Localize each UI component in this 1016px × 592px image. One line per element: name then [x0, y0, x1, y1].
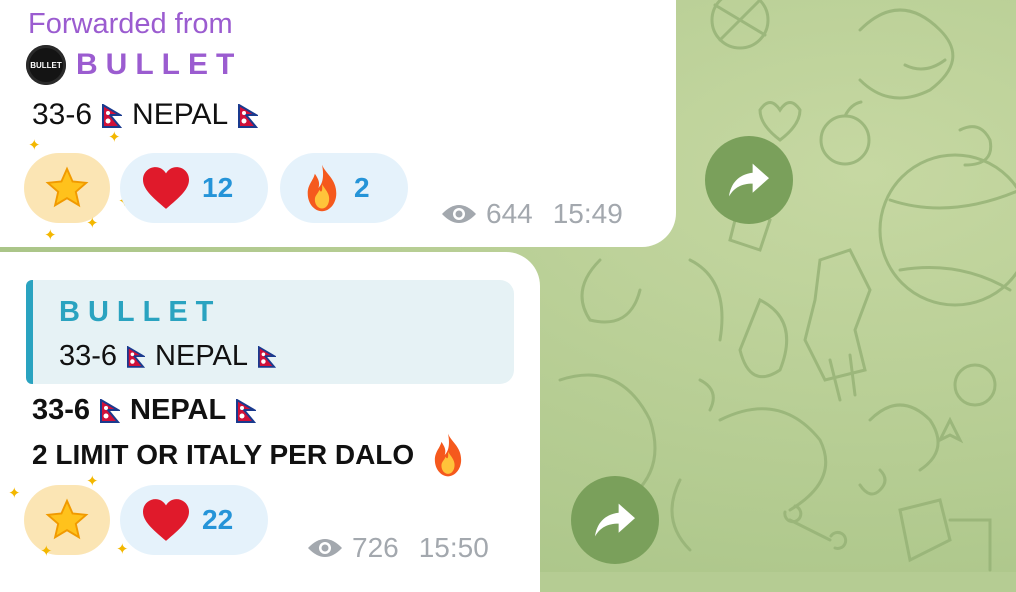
view-count: 726 [352, 532, 399, 563]
forwarded-from-label: Forwarded from [28, 8, 233, 40]
star-icon [45, 498, 89, 540]
reply-author: BULLET [59, 296, 222, 328]
heart-icon [143, 167, 189, 209]
message-bubble-reply[interactable]: BULLET 33-6 NEPAL 33-6 NEPAL 2 LIMIT OR IT… [0, 252, 540, 592]
reaction-star[interactable] [24, 153, 110, 223]
reaction-heart[interactable]: 22 [120, 485, 268, 555]
nepal-flag-icon [258, 346, 276, 369]
message-time: 15:49 [552, 198, 623, 229]
heart-icon [143, 499, 189, 541]
forward-channel-name[interactable]: BULLET [76, 48, 242, 82]
reply-text: 33-6 NEPAL [59, 340, 286, 373]
nepal-flag-icon [127, 346, 146, 369]
sparkle-icon: ✦ [116, 541, 129, 558]
reply-text-score: 33-6 [59, 340, 118, 372]
message-bubble-forwarded[interactable]: Forwarded from BULLET BULLET 33-6 NEPAL ✦… [0, 0, 676, 247]
fire-icon [307, 164, 337, 212]
message-time: 15:50 [418, 532, 489, 563]
star-icon [45, 166, 89, 208]
reaction-heart[interactable]: 12 [120, 153, 268, 223]
sparkle-icon: ✦ [40, 543, 53, 560]
reaction-count: 12 [202, 172, 234, 203]
share-button[interactable] [705, 136, 793, 224]
eye-icon [442, 205, 476, 223]
forward-arrow-icon [729, 163, 769, 197]
message-text-line1: 33-6 NEPAL [32, 394, 266, 427]
message-meta: 644 15:49 [440, 198, 623, 230]
reaction-count: 2 [354, 172, 370, 203]
message-text-country: NEPAL [130, 394, 227, 426]
nepal-flag-icon [236, 399, 257, 424]
forward-source[interactable]: BULLET BULLET [26, 45, 242, 85]
message-text-country: NEPAL [132, 98, 229, 131]
nepal-flag-icon [238, 104, 259, 129]
sparkle-icon: ✦ [86, 473, 99, 490]
message-text-score: 33-6 [32, 394, 91, 426]
message-text-line2: 2 LIMIT OR ITALY PER DALO [32, 432, 468, 478]
reply-quote[interactable]: BULLET 33-6 NEPAL [26, 280, 514, 384]
forward-arrow-icon [595, 503, 635, 537]
message-text-score: 33-6 [32, 98, 93, 131]
sparkle-icon: ✦ [108, 129, 121, 146]
message-text: 33-6 NEPAL [32, 98, 268, 132]
reaction-star[interactable] [24, 485, 110, 555]
message-text-body: 2 LIMIT OR ITALY PER DALO [32, 439, 415, 470]
nepal-flag-icon [100, 399, 121, 424]
reaction-count: 22 [202, 504, 234, 535]
channel-avatar[interactable]: BULLET [26, 45, 66, 85]
message-meta: 726 15:50 [306, 532, 489, 564]
view-count: 644 [486, 198, 533, 229]
sparkle-icon: ✦ [86, 215, 99, 232]
reaction-fire[interactable]: 2 [280, 153, 408, 223]
sparkle-icon: ✦ [28, 137, 41, 154]
reply-text-country: NEPAL [155, 340, 248, 372]
sparkle-icon: ✦ [8, 485, 21, 502]
nepal-flag-icon [102, 104, 123, 129]
sparkle-icon: ✦ [44, 227, 57, 244]
share-button[interactable] [571, 476, 659, 564]
fire-icon [435, 433, 462, 477]
eye-icon [308, 539, 342, 557]
